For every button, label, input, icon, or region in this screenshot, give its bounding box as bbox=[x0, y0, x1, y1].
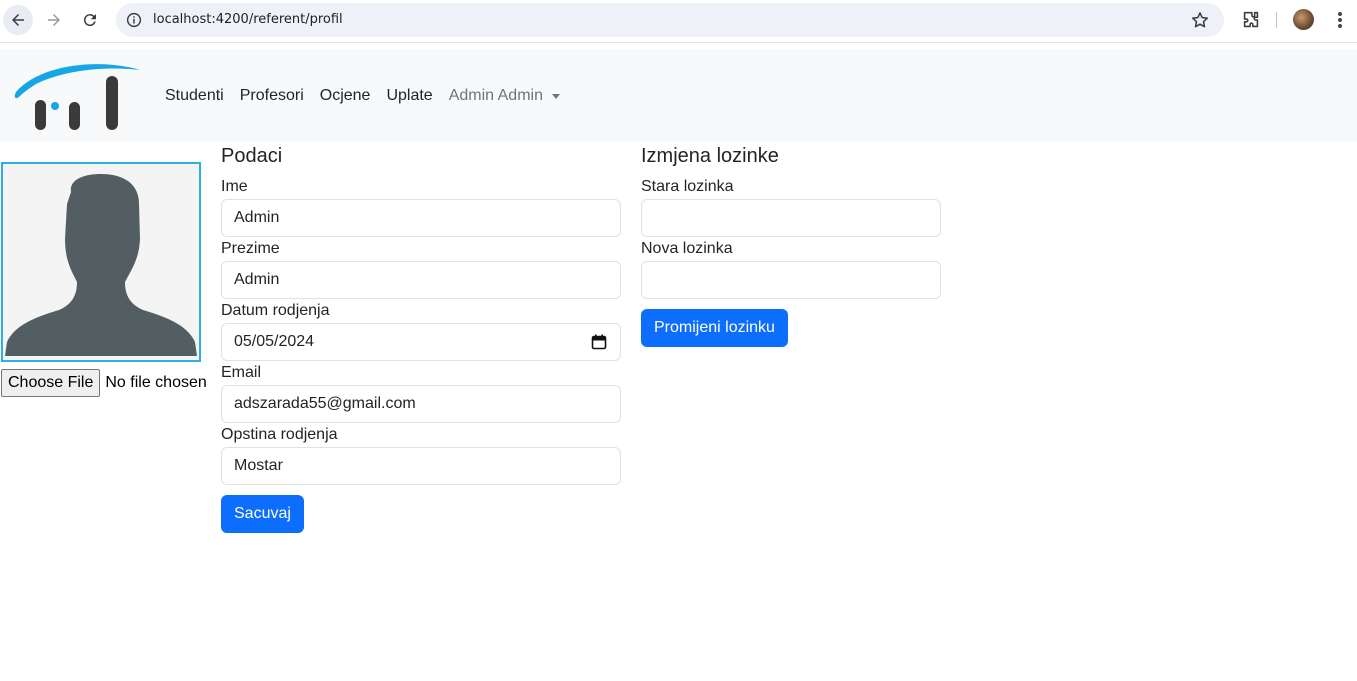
stara-lozinka-label: Stara lozinka bbox=[641, 178, 734, 195]
email-input[interactable]: adszarada55@gmail.com bbox=[221, 385, 621, 423]
password-form: Izmjena lozinke Stara lozinka Nova lozin… bbox=[641, 142, 941, 347]
opstina-rodjenja-input[interactable]: Mostar bbox=[221, 447, 621, 485]
fit-logo-icon[interactable] bbox=[10, 60, 142, 132]
user-menu-label: Admin Admin bbox=[448, 87, 543, 104]
arrow-right-icon bbox=[48, 14, 60, 26]
prezime-input[interactable]: Admin bbox=[221, 261, 621, 299]
choose-file-button[interactable]: Choose File bbox=[1, 369, 101, 397]
email-label: Email bbox=[221, 364, 262, 381]
address-bar[interactable]: localhost:4200/referent/profil bbox=[116, 3, 1224, 37]
nav-link-studenti[interactable]: Studenti bbox=[165, 87, 224, 105]
nav-link-ocjene[interactable]: Ocjene bbox=[320, 87, 371, 105]
opstina-rodjenja-label: Opstina rodjenja bbox=[221, 426, 338, 443]
sacuvaj-button[interactable]: Sacuvaj bbox=[221, 495, 304, 533]
app-navbar: Studenti Profesori Ocjene Uplate Admin A… bbox=[0, 49, 1357, 142]
browser-toolbar: localhost:4200/referent/profil bbox=[0, 0, 1357, 43]
browser-menu-icon[interactable] bbox=[1330, 9, 1350, 31]
user-silhouette-icon bbox=[5, 174, 197, 356]
podaci-title: Podaci bbox=[221, 145, 283, 167]
datum-rodjenja-value: 05/05/2024 bbox=[234, 333, 315, 350]
reload-button[interactable] bbox=[75, 5, 105, 35]
password-title: Izmjena lozinke bbox=[641, 145, 779, 167]
stara-lozinka-input[interactable] bbox=[641, 199, 941, 237]
nav-links: Studenti Profesori Ocjene Uplate Admin A… bbox=[165, 87, 560, 105]
promijeni-lozinku-button[interactable]: Promijeni lozinku bbox=[641, 309, 788, 347]
caret-down-icon bbox=[551, 93, 560, 99]
ime-label: Ime bbox=[221, 178, 248, 195]
ime-value: Admin bbox=[234, 209, 280, 226]
prezime-value: Admin bbox=[234, 271, 280, 288]
nav-link-uplate[interactable]: Uplate bbox=[386, 87, 432, 105]
nova-lozinka-label: Nova lozinka bbox=[641, 240, 733, 257]
prezime-label: Prezime bbox=[221, 240, 280, 257]
reload-icon bbox=[83, 14, 96, 27]
profile-avatar[interactable] bbox=[1293, 9, 1314, 30]
url-text: localhost:4200/referent/profil bbox=[153, 12, 343, 27]
back-button[interactable] bbox=[3, 5, 33, 35]
user-menu-dropdown[interactable]: Admin Admin bbox=[449, 87, 560, 105]
opstina-rodjenja-value: Mostar bbox=[234, 457, 283, 474]
site-info-icon[interactable] bbox=[124, 10, 144, 30]
forward-button[interactable] bbox=[39, 5, 69, 35]
nav-link-profesori[interactable]: Profesori bbox=[240, 87, 304, 105]
email-value: adszarada55@gmail.com bbox=[234, 395, 416, 412]
nova-lozinka-input[interactable] bbox=[641, 261, 941, 299]
toolbar-separator bbox=[1276, 12, 1277, 28]
arrow-left-icon bbox=[12, 14, 24, 26]
file-status: No file chosen bbox=[105, 374, 207, 391]
datum-rodjenja-input[interactable]: 05/05/2024 bbox=[221, 323, 621, 361]
podaci-form: Podaci Ime Admin Prezime Admin Datum rod… bbox=[221, 142, 621, 533]
profile-photo bbox=[1, 162, 201, 362]
extensions-puzzle-icon[interactable] bbox=[1240, 9, 1262, 31]
file-upload: Choose File No file chosen bbox=[1, 369, 207, 397]
calendar-icon[interactable] bbox=[591, 334, 607, 350]
ime-input[interactable]: Admin bbox=[221, 199, 621, 237]
bookmark-star-icon[interactable] bbox=[1190, 10, 1210, 30]
datum-rodjenja-label: Datum rodjenja bbox=[221, 302, 330, 319]
